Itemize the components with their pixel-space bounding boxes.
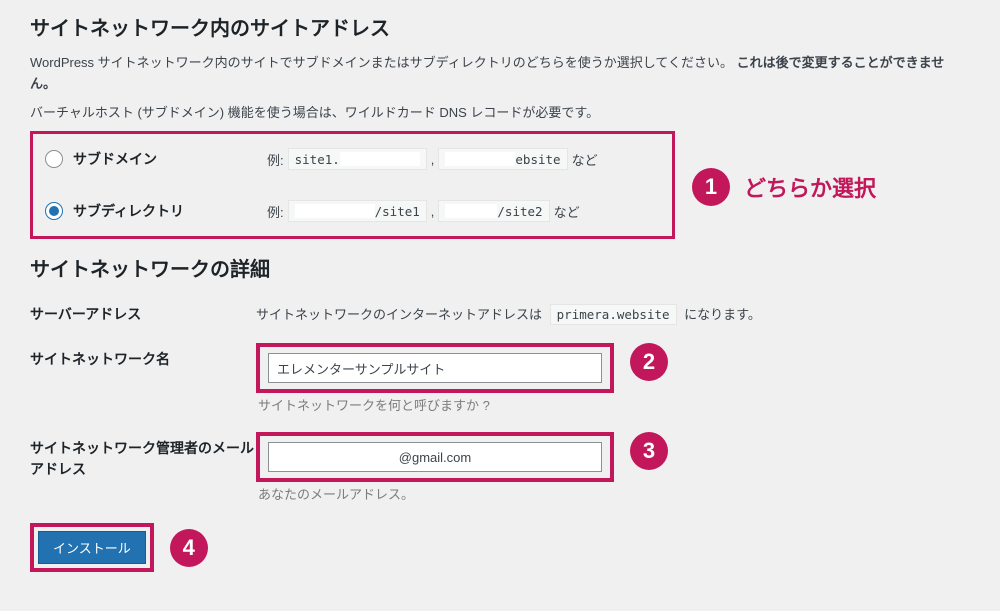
radio-subdirectory[interactable] [45, 202, 63, 220]
network-name-input[interactable] [268, 353, 602, 383]
server-address-row: サーバーアドレス サイトネットワークのインターネットアドレスは primera.… [30, 298, 970, 325]
description-line-1: WordPress サイトネットワーク内のサイトでサブドメインまたはサブディレク… [30, 53, 970, 95]
subdomain-example: 例: site1. , ebsite など [267, 148, 598, 170]
section-heading-address: サイトネットワーク内のサイトアドレス [30, 12, 970, 41]
install-highlight: インストール [30, 523, 154, 572]
badge-4: 4 [170, 529, 208, 567]
desc-1a: WordPress サイトネットワーク内のサイトでサブドメインまたはサブディレク… [30, 55, 733, 70]
subdirectory-example: 例: /site1 , /site2 など [267, 200, 580, 222]
admin-email-label: サイトネットワーク管理者のメールアドレス [30, 432, 256, 480]
admin-email-input[interactable] [268, 442, 602, 472]
network-name-label: サイトネットワーク名 [30, 343, 256, 370]
network-name-highlight [256, 343, 614, 393]
server-address-label: サーバーアドレス [30, 298, 256, 325]
address-type-radio-group: サブドメイン 例: site1. , ebsite など サブディレクトリ 例:… [30, 131, 675, 239]
install-button[interactable]: インストール [38, 531, 146, 564]
radio-subdomain[interactable] [45, 150, 63, 168]
subdomain-label: サブドメイン [73, 149, 157, 169]
badge-2: 2 [630, 343, 668, 381]
server-address-code: primera.website [550, 304, 677, 325]
install-row: インストール 4 [30, 523, 970, 572]
subdirectory-radio-cell[interactable]: サブディレクトリ [45, 201, 267, 221]
network-name-row: サイトネットワーク名 サイトネットワークを何と呼びますか ? 2 [30, 343, 970, 414]
badge-3: 3 [630, 432, 668, 470]
network-name-helper: サイトネットワークを何と呼びますか ? [258, 395, 614, 414]
badge-1: 1 [692, 168, 730, 206]
subdomain-radio-cell[interactable]: サブドメイン [45, 149, 267, 169]
description-line-2: バーチャルホスト (サブドメイン) 機能を使う場合は、ワイルドカード DNS レ… [30, 103, 970, 124]
subdirectory-label: サブディレクトリ [73, 201, 184, 221]
subdomain-row: サブドメイン 例: site1. , ebsite など [45, 148, 662, 170]
server-address-content: サイトネットワークのインターネットアドレスは primera.website に… [256, 298, 970, 323]
section-heading-details: サイトネットワークの詳細 [30, 253, 970, 282]
annotation-1: 1 どちらか選択 [692, 168, 876, 206]
admin-email-highlight [256, 432, 614, 482]
admin-email-row: サイトネットワーク管理者のメールアドレス あなたのメールアドレス。 3 [30, 432, 970, 503]
admin-email-helper: あなたのメールアドレス。 [258, 484, 614, 503]
annotation-1-label: どちらか選択 [744, 171, 876, 203]
subdirectory-row: サブディレクトリ 例: /site1 , /site2 など [45, 200, 662, 222]
